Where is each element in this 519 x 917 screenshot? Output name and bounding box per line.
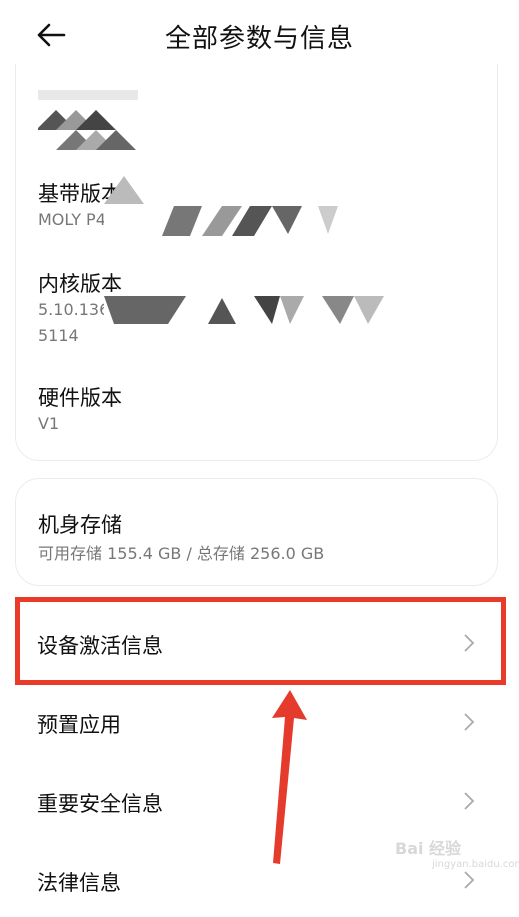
page-title: 全部参数与信息 [164,24,354,54]
storage-title: 机身存储 [38,513,122,537]
red-arrow-annotation [272,690,307,864]
chevron-right-icon [464,713,475,731]
preinstalled-apps-row[interactable]: 预置应用 [0,685,519,759]
hardware-version-value: V1 [38,414,60,433]
redaction-mosaic [38,90,138,150]
storage-detail: 可用存储 155.4 GB / 总存储 256.0 GB [38,544,325,563]
redaction-mosaic [104,292,394,326]
safety-info-label: 重要安全信息 [37,792,163,816]
kernel-version-value-cont: 5114 [38,326,79,345]
storage-card[interactable]: 机身存储 可用存储 155.4 GB / 总存储 256.0 GB [15,478,498,586]
highlight-box [15,597,506,685]
watermark: Bai 经验 [395,839,462,858]
safety-info-row[interactable]: 重要安全信息 [0,764,519,838]
legal-info-label: 法律信息 [37,871,121,895]
chevron-right-icon [464,792,475,810]
preinstalled-apps-label: 预置应用 [37,713,121,737]
chevron-right-icon [464,871,475,889]
hardware-version-title: 硬件版本 [38,386,122,410]
header: 全部参数与信息 [0,0,519,70]
redaction-mosaic [104,176,338,238]
version-info-card: 基带版本 MOLY P42 内核版本 5.10.136- 67-ab958 51… [15,64,498,461]
watermark-url: jingyan.baidu.com [432,859,519,870]
